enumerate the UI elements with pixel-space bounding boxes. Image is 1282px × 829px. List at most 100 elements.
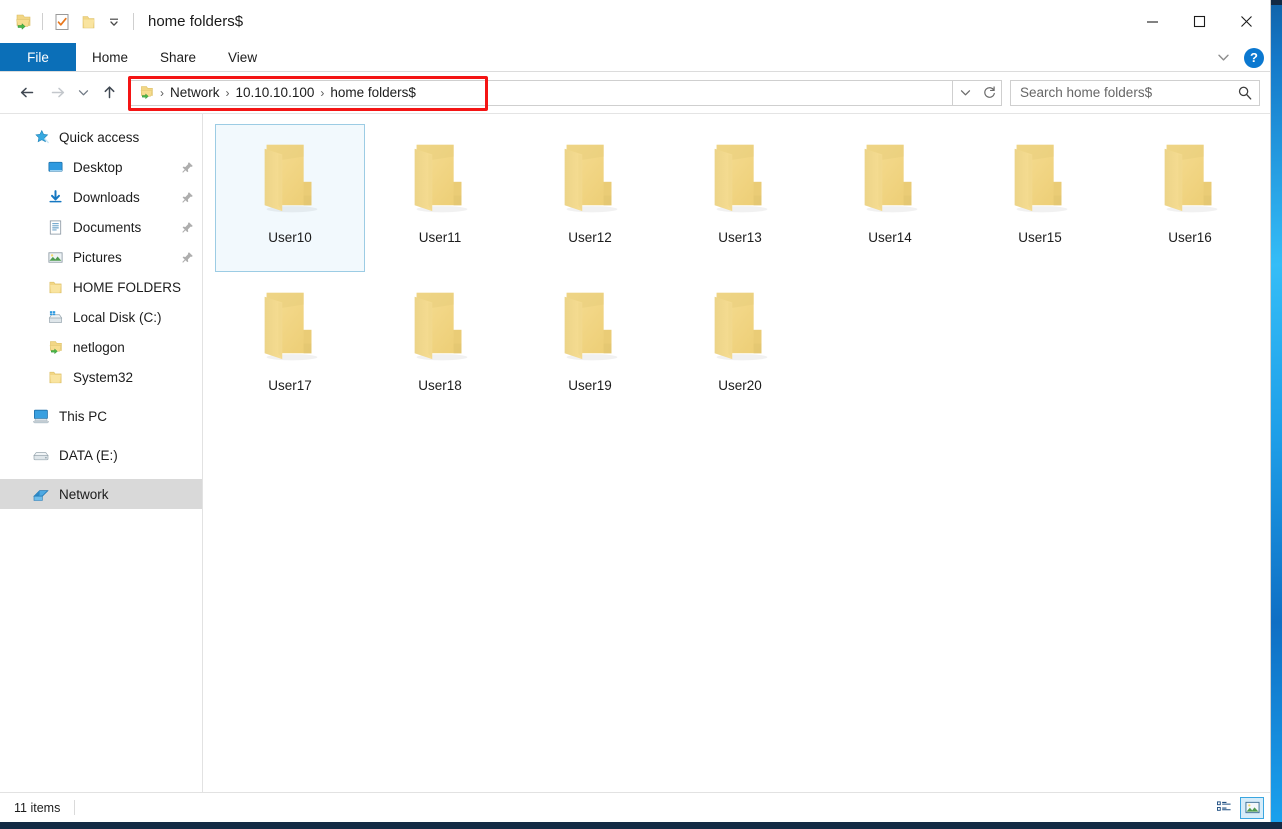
folder-icon: [1152, 137, 1228, 222]
status-separator: [74, 800, 76, 815]
file-list-view[interactable]: User10 User11 User12 User13 User14 User1…: [203, 114, 1270, 792]
up-arrow-icon[interactable]: [94, 78, 124, 108]
help-button[interactable]: ?: [1244, 47, 1264, 68]
file-item-user16[interactable]: User16: [1115, 124, 1265, 272]
file-item-user12[interactable]: User12: [515, 124, 665, 272]
sidebar-item-label: Pictures: [73, 249, 122, 265]
address-bar[interactable]: › Network › 10.10.10.100 › home folders$: [130, 79, 1002, 106]
back-arrow-icon[interactable]: [12, 78, 42, 108]
sidebar-item-label: DATA (E:): [59, 447, 118, 463]
properties-checkbox-icon[interactable]: [49, 9, 75, 35]
breadcrumb-network[interactable]: Network: [165, 85, 225, 100]
pin-icon[interactable]: [181, 221, 194, 234]
star-pin-icon: [30, 127, 52, 147]
file-item-user19[interactable]: User19: [515, 272, 665, 420]
file-item-user11[interactable]: User11: [365, 124, 515, 272]
file-item-label: User19: [568, 378, 612, 393]
maximize-button[interactable]: [1176, 0, 1223, 43]
network-folder-icon: [44, 337, 66, 357]
network-icon: [30, 484, 52, 504]
breadcrumb-home-folders[interactable]: home folders$: [325, 85, 421, 100]
minimize-button[interactable]: [1129, 0, 1176, 43]
search-icon[interactable]: [1237, 85, 1253, 101]
tab-home[interactable]: Home: [76, 43, 144, 71]
sidebar-item-data-e[interactable]: DATA (E:): [0, 440, 202, 470]
file-item-user15[interactable]: User15: [965, 124, 1115, 272]
title-separator: [133, 13, 134, 30]
window-title: home folders$: [148, 13, 244, 30]
new-folder-icon[interactable]: [75, 9, 101, 35]
sidebar-item-quick-access[interactable]: Quick access: [0, 122, 202, 152]
large-icons-view-button[interactable]: [1240, 796, 1264, 819]
desktop-bottom-strip: [0, 822, 1282, 829]
sidebar-item-netlogon[interactable]: netlogon: [0, 332, 202, 362]
folder-icon: [852, 137, 928, 222]
sidebar-item-this-pc[interactable]: This PC: [0, 401, 202, 431]
file-item-user17[interactable]: User17: [215, 272, 365, 420]
pin-icon[interactable]: [181, 251, 194, 264]
folder-icon: [402, 137, 478, 222]
sidebar-item-home-folders[interactable]: HOME FOLDERS: [0, 272, 202, 302]
sidebar-item-label: Desktop: [73, 159, 123, 175]
folder-icon: [552, 137, 628, 222]
pin-icon[interactable]: [181, 161, 194, 174]
window-controls: [1129, 0, 1270, 43]
folder-icon: [702, 137, 778, 222]
file-explorer-window: home folders$ File Home Share View ? › N…: [0, 0, 1270, 822]
pin-icon[interactable]: [181, 191, 194, 204]
sidebar-item-label: This PC: [59, 408, 108, 424]
this-pc-icon: [30, 406, 52, 426]
network-folder-icon[interactable]: [10, 9, 36, 35]
address-bar-row: › Network › 10.10.10.100 › home folders$: [0, 72, 1270, 113]
tab-share[interactable]: Share: [144, 43, 212, 71]
file-item-label: User12: [568, 230, 612, 245]
sidebar-item-label: Network: [59, 486, 109, 502]
file-item-label: User18: [418, 378, 462, 393]
breadcrumb-server-ip[interactable]: 10.10.10.100: [231, 85, 320, 100]
sidebar-item-desktop[interactable]: Desktop: [0, 152, 202, 182]
sidebar-item-local-disk-c[interactable]: Local Disk (C:): [0, 302, 202, 332]
sidebar-item-downloads[interactable]: Downloads: [0, 182, 202, 212]
customize-chevron-icon[interactable]: [101, 9, 127, 35]
chevron-down-icon[interactable]: [953, 80, 977, 105]
drive-icon: [30, 445, 52, 465]
local-disk-icon: [44, 307, 66, 327]
title-bar: home folders$: [0, 0, 1270, 43]
breadcrumb[interactable]: › Network › 10.10.10.100 › home folders$: [130, 79, 953, 106]
pictures-icon: [44, 247, 66, 267]
sidebar-item-label: Downloads: [73, 189, 140, 205]
search-input[interactable]: [1020, 85, 1237, 100]
file-item-user10[interactable]: User10: [215, 124, 365, 272]
file-item-user14[interactable]: User14: [815, 124, 965, 272]
folder-icon: [44, 367, 66, 387]
file-item-user13[interactable]: User13: [665, 124, 815, 272]
chevron-down-icon[interactable]: [1212, 50, 1235, 65]
quick-access-toolbar: [10, 9, 140, 35]
file-item-user20[interactable]: User20: [665, 272, 815, 420]
sidebar-item-network[interactable]: Network: [0, 479, 202, 509]
folder-icon: [44, 277, 66, 297]
sidebar-item-label: Documents: [73, 219, 142, 235]
icon-grid: User10 User11 User12 User13 User14 User1…: [215, 124, 1270, 420]
sidebar-item-documents[interactable]: Documents: [0, 212, 202, 242]
file-item-user18[interactable]: User18: [365, 272, 515, 420]
sidebar-item-pictures[interactable]: Pictures: [0, 242, 202, 272]
tab-file[interactable]: File: [0, 43, 76, 71]
sidebar-item-label: HOME FOLDERS: [73, 279, 182, 295]
tab-view[interactable]: View: [212, 43, 273, 71]
toolbar-separator: [42, 13, 43, 30]
desktop-icon: [44, 157, 66, 177]
search-box[interactable]: [1010, 79, 1260, 106]
close-button[interactable]: [1223, 0, 1270, 43]
forward-arrow-icon[interactable]: [42, 78, 72, 108]
sidebar-item-label: Local Disk (C:): [73, 309, 162, 325]
file-item-label: User14: [868, 230, 912, 245]
details-view-button[interactable]: [1212, 797, 1236, 819]
refresh-icon[interactable]: [977, 80, 1001, 105]
sidebar-item-label: Quick access: [59, 129, 140, 145]
explorer-body: Quick access Desktop Downloads Documents…: [0, 113, 1270, 792]
recent-locations-chevron-icon[interactable]: [72, 78, 94, 108]
sidebar-item-system32[interactable]: System32: [0, 362, 202, 392]
